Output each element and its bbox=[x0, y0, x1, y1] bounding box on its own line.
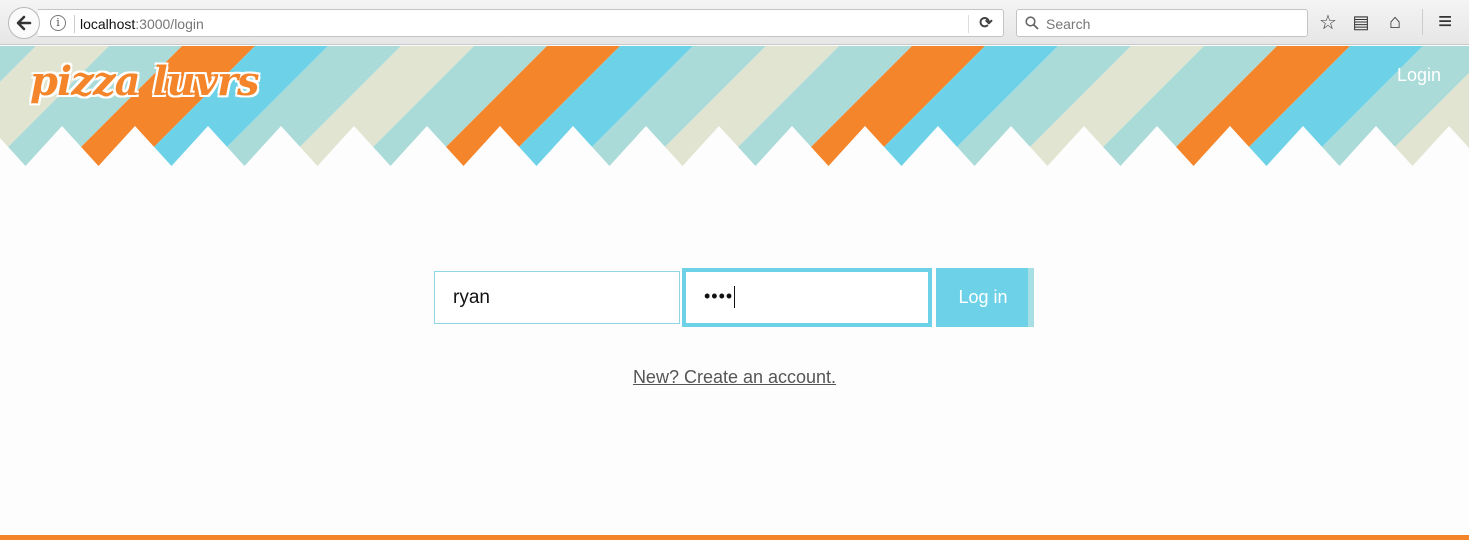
pizza-luvrs-logo[interactable]: pizza luvrs bbox=[30, 58, 260, 105]
browser-toolbar: i localhost:3000/login ⟳ Search ☆ ▤ ⌂ ≡ bbox=[0, 0, 1469, 45]
login-button[interactable]: Log in bbox=[936, 268, 1030, 327]
toolbar-separator bbox=[1422, 9, 1423, 35]
bookmark-star-icon[interactable]: ☆ bbox=[1316, 10, 1340, 34]
url-text[interactable]: localhost:3000/login bbox=[80, 16, 204, 32]
info-icon[interactable]: i bbox=[50, 15, 66, 31]
back-arrow-icon bbox=[16, 15, 32, 31]
password-input[interactable]: •••• bbox=[682, 268, 932, 327]
footer-stripe bbox=[0, 535, 1469, 540]
url-separator bbox=[74, 15, 75, 33]
reload-separator bbox=[968, 15, 969, 33]
menu-icon[interactable]: ≡ bbox=[1433, 8, 1457, 35]
username-input[interactable] bbox=[434, 271, 680, 324]
nav-login-link[interactable]: Login bbox=[1397, 65, 1441, 86]
reload-icon[interactable]: ⟳ bbox=[976, 14, 996, 34]
back-button[interactable] bbox=[8, 7, 40, 39]
create-account-container: New? Create an account. bbox=[0, 367, 1469, 388]
create-account-link[interactable]: New? Create an account. bbox=[633, 367, 836, 387]
search-placeholder: Search bbox=[1046, 16, 1091, 32]
reading-list-icon[interactable]: ▤ bbox=[1349, 10, 1373, 34]
url-bar[interactable]: i localhost:3000/login ⟳ bbox=[38, 9, 1004, 37]
search-icon bbox=[1025, 16, 1039, 30]
url-path: :3000/login bbox=[135, 16, 204, 32]
page: pizza luvrs Login •••• Log in New? Creat… bbox=[0, 46, 1469, 540]
url-host: localhost bbox=[80, 16, 136, 32]
password-mask: •••• bbox=[704, 286, 734, 306]
text-caret bbox=[734, 286, 736, 309]
login-button-edge bbox=[1028, 268, 1034, 327]
search-bar[interactable]: Search bbox=[1016, 9, 1308, 37]
home-icon[interactable]: ⌂ bbox=[1383, 10, 1407, 34]
